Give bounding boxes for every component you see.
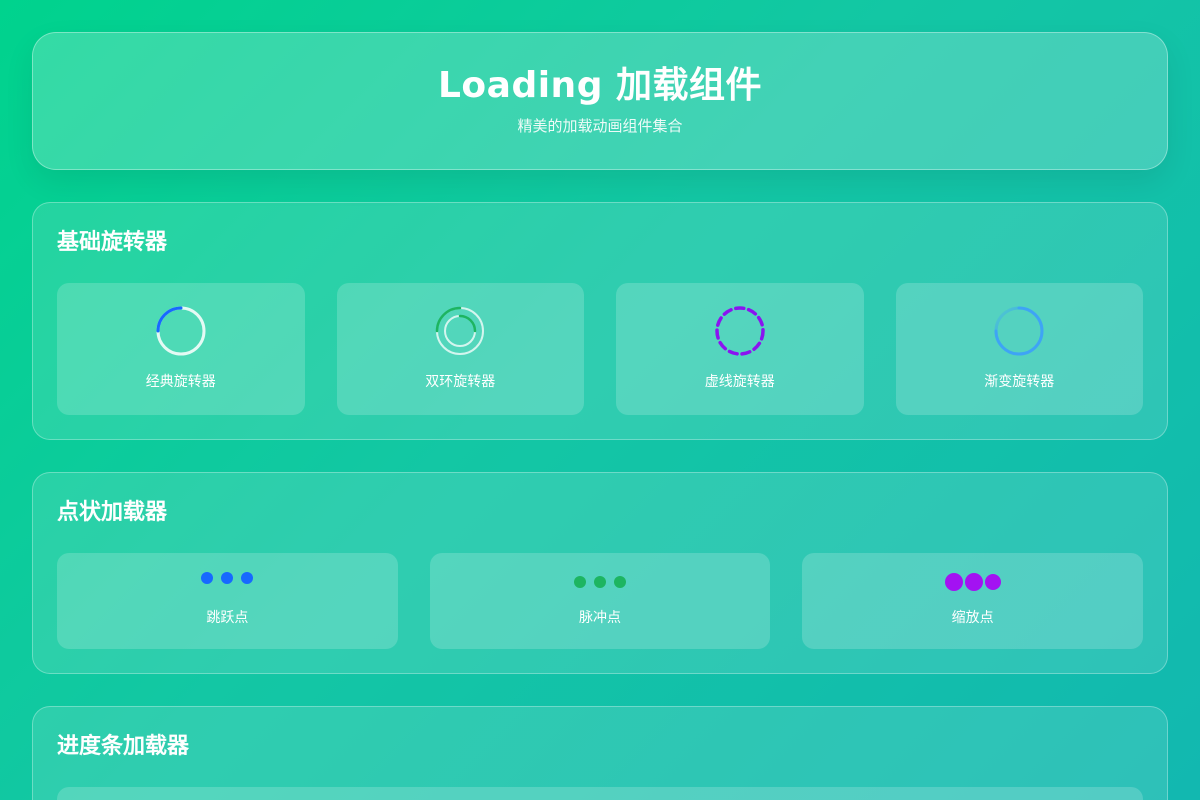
page: Loading 加载组件 精美的加载动画组件集合 基础旋转器 经典旋转器 双环旋… — [32, 32, 1168, 800]
dots-section: 点状加载器 跳跃点 脉冲点 缩放点 — [32, 472, 1168, 674]
spinner-card-dashed[interactable]: 虚线旋转器 — [616, 283, 864, 415]
section-title-dots: 点状加载器 — [57, 500, 168, 525]
dots-label: 脉冲点 — [578, 610, 621, 626]
progress-track — [57, 787, 1143, 800]
spinner-label: 经典旋转器 — [145, 374, 216, 390]
dots-card-pulse[interactable]: 脉冲点 — [429, 553, 771, 649]
dots-label: 缩放点 — [951, 610, 994, 626]
spinner-card-gradient[interactable]: 渐变旋转器 — [895, 283, 1143, 415]
dots-label: 跳跃点 — [206, 610, 249, 626]
section-title-progress: 进度条加载器 — [57, 734, 190, 759]
gradient-spinner-icon — [993, 305, 1045, 357]
bouncing-dots-icon — [197, 572, 257, 591]
spinner-label: 渐变旋转器 — [984, 374, 1055, 390]
spinner-card-double-ring[interactable]: 双环旋转器 — [336, 283, 584, 415]
pulse-dots-icon — [570, 573, 630, 591]
header-card: Loading 加载组件 精美的加载动画组件集合 — [32, 32, 1168, 170]
progress-section: 进度条加载器 — [32, 706, 1168, 800]
page-title: Loading 加载组件 — [437, 64, 762, 106]
scaling-dots-icon — [944, 573, 1002, 591]
dots-card-bounce[interactable]: 跳跃点 — [57, 553, 398, 649]
dashed-spinner-icon — [714, 305, 766, 357]
section-title-spinners: 基础旋转器 — [57, 230, 168, 255]
spinners-section: 基础旋转器 经典旋转器 双环旋转器 虚线旋转器 渐变旋转器 — [32, 202, 1168, 440]
double-ring-spinner-icon — [434, 305, 486, 357]
dots-card-scale[interactable]: 缩放点 — [802, 553, 1143, 649]
spinner-label: 虚线旋转器 — [704, 374, 775, 390]
page-subtitle: 精美的加载动画组件集合 — [517, 117, 683, 136]
spinner-card-classic[interactable]: 经典旋转器 — [57, 283, 305, 415]
classic-spinner-icon — [155, 305, 207, 357]
spinner-label: 双环旋转器 — [425, 374, 496, 390]
